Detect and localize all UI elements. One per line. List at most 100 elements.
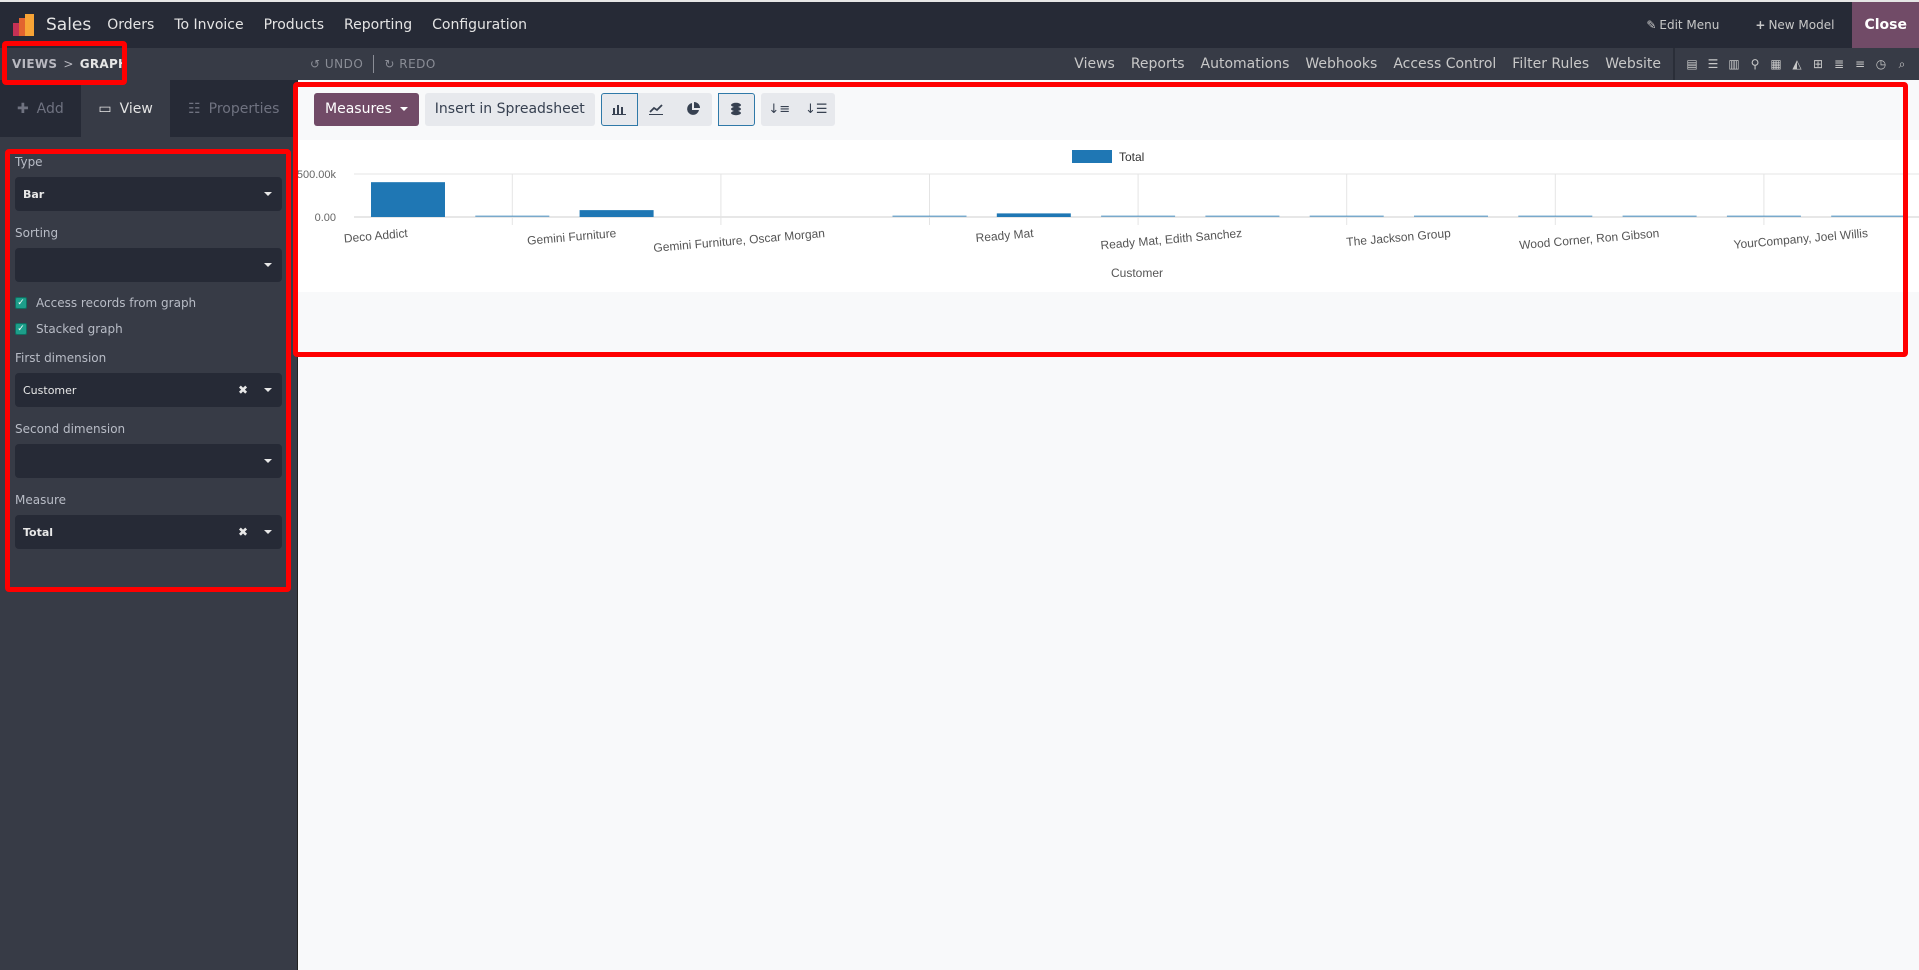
database-stack-icon xyxy=(731,102,742,116)
close-studio-button[interactable]: Close xyxy=(1852,2,1919,48)
graph-view-icon[interactable]: ◭ xyxy=(1790,57,1804,71)
edit-menu-button[interactable]: ✎ Edit Menu xyxy=(1628,18,1737,32)
stacked-graph-checkbox[interactable]: ✓ xyxy=(15,323,27,335)
breadcrumb-separator: > xyxy=(63,57,74,71)
pencil-icon: ✎ xyxy=(1646,18,1657,32)
redo-icon: ↻ xyxy=(384,57,395,71)
menu-to-invoice[interactable]: To Invoice xyxy=(164,17,253,33)
clear-icon[interactable]: ✖ xyxy=(238,383,248,397)
calendar-view-icon[interactable]: ▦ xyxy=(1769,57,1783,71)
access-records-label: Access records from graph xyxy=(36,296,197,310)
studio-nav-access-control[interactable]: Access Control xyxy=(1385,56,1504,72)
form-view-icon[interactable]: ▤ xyxy=(1685,57,1699,71)
studio-nav-website[interactable]: Website xyxy=(1597,56,1669,72)
measure-select[interactable]: Total ✖ xyxy=(15,515,282,549)
bar[interactable] xyxy=(996,213,1071,217)
type-label: Type xyxy=(15,155,43,169)
pivot-view-icon[interactable]: ⊞ xyxy=(1811,57,1825,71)
studio-nav-reports[interactable]: Reports xyxy=(1123,56,1193,72)
sort-ascending-button[interactable]: ↓☰ xyxy=(797,92,835,126)
map-view-icon[interactable]: ⚲ xyxy=(1748,57,1762,71)
app-name[interactable]: Sales xyxy=(46,15,91,35)
undo-icon: ↺ xyxy=(310,57,321,71)
measure-label: Measure xyxy=(15,493,66,507)
cohort-view-icon[interactable]: ≡ xyxy=(1853,57,1867,71)
plus-icon: ✚ xyxy=(16,100,29,117)
graph-view-main: Measures Insert in Spreadsheet ↓≡ ↓☰ 0.0… xyxy=(297,80,1919,970)
first-dimension-label: First dimension xyxy=(15,351,107,365)
first-dimension-select[interactable]: Customer ✖ xyxy=(15,373,282,407)
view-type-switcher: ▤ ☰ ▥ ⚲ ▦ ◭ ⊞ ≣ ≡ ◷ ⌕ xyxy=(1673,48,1919,80)
bar[interactable] xyxy=(475,215,550,218)
chevron-down-icon[interactable] xyxy=(264,263,272,267)
measures-dropdown-button[interactable]: Measures xyxy=(314,92,419,126)
bar[interactable] xyxy=(1726,215,1801,218)
insert-in-spreadsheet-button[interactable]: Insert in Spreadsheet xyxy=(424,92,595,126)
search-view-icon[interactable]: ⌕ xyxy=(1895,57,1909,72)
activity-view-icon[interactable]: ◷ xyxy=(1874,57,1888,71)
bar-chart-button[interactable] xyxy=(600,92,638,126)
bar[interactable] xyxy=(1414,215,1488,218)
second-dimension-select[interactable] xyxy=(15,444,282,478)
pie-chart-button[interactable] xyxy=(674,92,712,126)
sort-descending-button[interactable]: ↓≡ xyxy=(760,92,798,126)
chevron-down-icon[interactable] xyxy=(264,388,272,392)
chevron-down-icon[interactable] xyxy=(264,459,272,463)
y-tick-label: 500.00k xyxy=(298,169,336,181)
kanban-view-icon[interactable]: ▥ xyxy=(1727,57,1741,71)
x-tick-label: Ready Mat xyxy=(975,226,1035,245)
redo-label: REDO xyxy=(399,57,436,71)
menu-configuration[interactable]: Configuration xyxy=(422,17,537,33)
bar[interactable] xyxy=(1205,215,1280,218)
type-select[interactable]: Bar xyxy=(15,177,282,211)
plus-icon: + xyxy=(1755,18,1766,32)
stacked-toggle-button[interactable] xyxy=(717,92,755,126)
studio-nav-filter-rules[interactable]: Filter Rules xyxy=(1504,56,1597,72)
x-axis-title: Customer xyxy=(1111,266,1163,280)
chart-container: 0.00 500.00k Deco Addict Gemini Furniture G… xyxy=(297,140,1919,292)
bar[interactable] xyxy=(1309,215,1384,218)
bar[interactable] xyxy=(1831,215,1906,218)
chevron-down-icon[interactable] xyxy=(264,530,272,534)
bar[interactable] xyxy=(371,182,445,217)
sort-group: ↓≡ ↓☰ xyxy=(760,92,835,126)
second-dimension-label: Second dimension xyxy=(15,422,126,436)
tab-properties-label: Properties xyxy=(208,100,280,117)
tab-add-label: Add xyxy=(36,100,64,117)
undo-button[interactable]: ↺ UNDO xyxy=(310,57,363,71)
legend-label-total[interactable]: Total xyxy=(1119,150,1144,164)
menu-reporting[interactable]: Reporting xyxy=(334,17,422,33)
list-view-icon[interactable]: ☰ xyxy=(1706,57,1720,71)
studio-nav-automations[interactable]: Automations xyxy=(1193,56,1298,72)
access-records-checkbox[interactable]: ✓ xyxy=(15,297,27,309)
tab-properties[interactable]: ☷ Properties xyxy=(170,80,297,137)
bar[interactable] xyxy=(579,210,654,217)
legend-swatch-total[interactable] xyxy=(1072,150,1112,163)
bar[interactable] xyxy=(1101,215,1176,218)
stacked-graph-label: Stacked graph xyxy=(36,322,123,336)
sort-descending-icon: ↓≡ xyxy=(768,101,791,117)
tab-add[interactable]: ✚ Add xyxy=(0,80,81,137)
bar[interactable] xyxy=(892,215,967,218)
bar[interactable] xyxy=(1622,215,1697,218)
breadcrumb-views[interactable]: VIEWS xyxy=(12,57,57,71)
new-model-button[interactable]: + New Model xyxy=(1737,18,1852,32)
studio-nav-views[interactable]: Views xyxy=(1066,56,1123,72)
tab-view[interactable]: ▭ View xyxy=(80,80,171,137)
gantt-view-icon[interactable]: ≣ xyxy=(1832,57,1846,71)
redo-button[interactable]: ↻ REDO xyxy=(384,57,436,71)
menu-products[interactable]: Products xyxy=(254,17,334,33)
x-tick-label: Ready Mat, Edith Sanchez xyxy=(1100,226,1243,252)
menu-orders[interactable]: Orders xyxy=(97,17,164,33)
x-tick-label: Wood Corner, Ron Gibson xyxy=(1519,226,1660,252)
sorting-select[interactable] xyxy=(15,248,282,282)
bar-chart-icon xyxy=(612,105,627,115)
chevron-down-icon[interactable] xyxy=(264,192,272,196)
view-properties-panel: Type Bar Sorting ✓ Access records from g… xyxy=(0,155,297,549)
line-chart-button[interactable] xyxy=(637,92,675,126)
studio-nav-webhooks[interactable]: Webhooks xyxy=(1297,56,1385,72)
sales-app-logo-icon[interactable] xyxy=(13,14,35,36)
clear-icon[interactable]: ✖ xyxy=(238,525,248,539)
x-tick-label: The Jackson Group xyxy=(1346,226,1452,249)
bar[interactable] xyxy=(1518,215,1593,218)
